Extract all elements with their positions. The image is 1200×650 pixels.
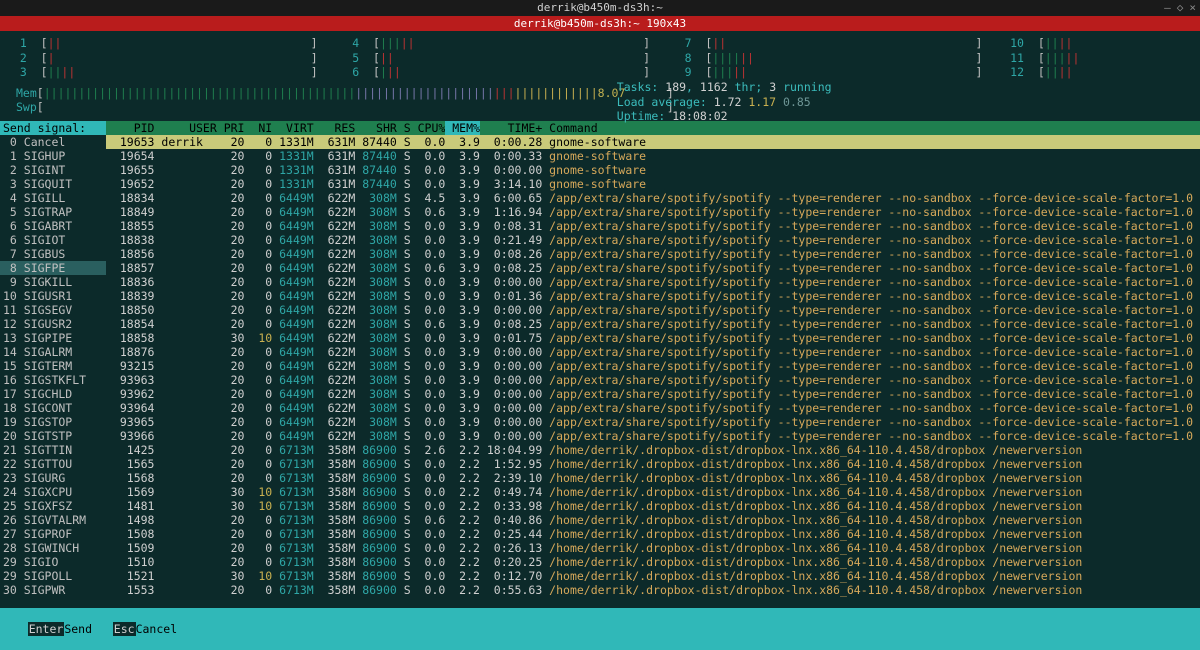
- signal-item-sigcont[interactable]: 18 SIGCONT: [0, 401, 106, 415]
- footer-bar: EnterSend EscCancel: [0, 608, 1200, 650]
- table-row[interactable]: 1510 20 0 6713M 358M 86900 S 0.0 2.2 0:2…: [106, 555, 1200, 569]
- table-row[interactable]: 18857 20 0 6449M 622M 308M S 0.6 3.9 0:0…: [106, 261, 1200, 275]
- signal-item-sigxfsz[interactable]: 25 SIGXFSZ: [0, 499, 106, 513]
- table-row[interactable]: 1481 30 10 6713M 358M 86900 S 0.0 2.2 0:…: [106, 499, 1200, 513]
- signal-item-sigtrap[interactable]: 5 SIGTRAP: [0, 205, 106, 219]
- table-row[interactable]: 18876 20 0 6449M 622M 308M S 0.0 3.9 0:0…: [106, 345, 1200, 359]
- table-row[interactable]: 18855 20 0 6449M 622M 308M S 0.0 3.9 0:0…: [106, 219, 1200, 233]
- table-row[interactable]: 1508 20 0 6713M 358M 86900 S 0.0 2.2 0:2…: [106, 527, 1200, 541]
- table-row[interactable]: 19655 20 0 1331M 631M 87440 S 0.0 3.9 0:…: [106, 163, 1200, 177]
- table-row[interactable]: 1553 20 0 6713M 358M 86900 S 0.0 2.2 0:5…: [106, 583, 1200, 597]
- table-row[interactable]: 93962 20 0 6449M 622M 308M S 0.0 3.9 0:0…: [106, 387, 1200, 401]
- signal-item-sigalrm[interactable]: 14 SIGALRM: [0, 345, 106, 359]
- signal-item-sighup[interactable]: 1 SIGHUP: [0, 149, 106, 163]
- signal-item-sigpwr[interactable]: 30 SIGPWR: [0, 583, 106, 597]
- table-row[interactable]: 1498 20 0 6713M 358M 86900 S 0.6 2.2 0:4…: [106, 513, 1200, 527]
- table-row[interactable]: 18850 20 0 6449M 622M 308M S 0.0 3.9 0:0…: [106, 303, 1200, 317]
- signal-item-sigpoll[interactable]: 29 SIGPOLL: [0, 569, 106, 583]
- signal-item-sigusr1[interactable]: 10 SIGUSR1: [0, 289, 106, 303]
- cancel-label: Cancel: [136, 622, 178, 636]
- table-row[interactable]: 93965 20 0 6449M 622M 308M S 0.0 3.9 0:0…: [106, 415, 1200, 429]
- signal-item-sigttin[interactable]: 21 SIGTTIN: [0, 443, 106, 457]
- signal-item-sigusr2[interactable]: 12 SIGUSR2: [0, 317, 106, 331]
- signal-item-sigwinch[interactable]: 28 SIGWINCH: [0, 541, 106, 555]
- table-row[interactable]: 1565 20 0 6713M 358M 86900 S 0.0 2.2 1:5…: [106, 457, 1200, 471]
- window-title: derrik@b450m-ds3h:~: [537, 1, 663, 14]
- table-row[interactable]: 93964 20 0 6449M 622M 308M S 0.0 3.9 0:0…: [106, 401, 1200, 415]
- signal-item-sigtstp[interactable]: 20 SIGTSTP: [0, 429, 106, 443]
- signal-item-sigvtalrm[interactable]: 26 SIGVTALRM: [0, 513, 106, 527]
- table-row[interactable]: 93966 20 0 6449M 622M 308M S 0.0 3.9 0:0…: [106, 429, 1200, 443]
- close-icon[interactable]: ×: [1189, 0, 1196, 16]
- signal-item-sigterm[interactable]: 15 SIGTERM: [0, 359, 106, 373]
- send-label: Send: [64, 622, 112, 636]
- table-row[interactable]: 18834 20 0 6449M 622M 308M S 4.5 3.9 6:0…: [106, 191, 1200, 205]
- signal-item-sigchld[interactable]: 17 SIGCHLD: [0, 387, 106, 401]
- window-titlebar: derrik@b450m-ds3h:~ — ◇ ×: [0, 0, 1200, 16]
- table-row[interactable]: 1568 20 0 6713M 358M 86900 S 0.0 2.2 2:3…: [106, 471, 1200, 485]
- signal-item-sigpipe[interactable]: 13 SIGPIPE: [0, 331, 106, 345]
- signal-item-sigbus[interactable]: 7 SIGBUS: [0, 247, 106, 261]
- signal-item-sigkill[interactable]: 9 SIGKILL: [0, 275, 106, 289]
- table-row[interactable]: 18856 20 0 6449M 622M 308M S 0.0 3.9 0:0…: [106, 247, 1200, 261]
- table-row[interactable]: 93215 20 0 6449M 622M 308M S 0.0 3.9 0:0…: [106, 359, 1200, 373]
- signal-item-sigstkflt[interactable]: 16 SIGSTKFLT: [0, 373, 106, 387]
- minimize-icon[interactable]: —: [1164, 0, 1171, 16]
- table-row[interactable]: 19653 derrik 20 0 1331M 631M 87440 S 0.0…: [106, 135, 1200, 149]
- table-row[interactable]: 18854 20 0 6449M 622M 308M S 0.6 3.9 0:0…: [106, 317, 1200, 331]
- signal-item-cancel[interactable]: 0 Cancel: [0, 135, 106, 149]
- signal-panel-header: Send signal:: [0, 121, 106, 135]
- table-row[interactable]: 1425 20 0 6713M 358M 86900 S 2.6 2.2 18:…: [106, 443, 1200, 457]
- table-row[interactable]: 19652 20 0 1331M 631M 87440 S 0.0 3.9 3:…: [106, 177, 1200, 191]
- signal-item-sigstop[interactable]: 19 SIGSTOP: [0, 415, 106, 429]
- table-row[interactable]: 1569 30 10 6713M 358M 86900 S 0.0 2.2 0:…: [106, 485, 1200, 499]
- signal-item-sigill[interactable]: 4 SIGILL: [0, 191, 106, 205]
- table-row[interactable]: 18838 20 0 6449M 622M 308M S 0.0 3.9 0:2…: [106, 233, 1200, 247]
- table-row[interactable]: 93963 20 0 6449M 622M 308M S 0.0 3.9 0:0…: [106, 373, 1200, 387]
- cpu-meters: 1 [|| ] 4 [||||| ] 7 [|| ] 10 [|||| ] 2 …: [6, 36, 1194, 80]
- signal-item-sigprof[interactable]: 27 SIGPROF: [0, 527, 106, 541]
- signal-item-sigfpe[interactable]: 8 SIGFPE: [0, 261, 106, 275]
- table-row[interactable]: 18849 20 0 6449M 622M 308M S 0.6 3.9 1:1…: [106, 205, 1200, 219]
- signal-item-sigint[interactable]: 2 SIGINT: [0, 163, 106, 177]
- signal-item-sigabrt[interactable]: 6 SIGABRT: [0, 219, 106, 233]
- table-row[interactable]: 18839 20 0 6449M 622M 308M S 0.0 3.9 0:0…: [106, 289, 1200, 303]
- signal-item-sigsegv[interactable]: 11 SIGSEGV: [0, 303, 106, 317]
- table-row[interactable]: 18836 20 0 6449M 622M 308M S 0.0 3.9 0:0…: [106, 275, 1200, 289]
- table-row[interactable]: 19654 20 0 1331M 631M 87440 S 0.0 3.9 0:…: [106, 149, 1200, 163]
- signal-item-sigttou[interactable]: 22 SIGTTOU: [0, 457, 106, 471]
- enter-key[interactable]: Enter: [28, 622, 65, 636]
- signal-item-sigio[interactable]: 29 SIGIO: [0, 555, 106, 569]
- maximize-icon[interactable]: ◇: [1177, 0, 1184, 16]
- signal-item-sigurg[interactable]: 23 SIGURG: [0, 471, 106, 485]
- table-row[interactable]: 1521 30 10 6713M 358M 86900 S 0.0 2.2 0:…: [106, 569, 1200, 583]
- process-table: PID USER PRI NI VIRT RES SHR S CPU% MEM%…: [106, 121, 1200, 597]
- esc-key[interactable]: Esc: [113, 622, 136, 636]
- signal-item-sigxcpu[interactable]: 24 SIGXCPU: [0, 485, 106, 499]
- table-row[interactable]: 1509 20 0 6713M 358M 86900 S 0.0 2.2 0:2…: [106, 541, 1200, 555]
- table-row[interactable]: 18858 30 10 6449M 622M 308M S 0.0 3.9 0:…: [106, 331, 1200, 345]
- signal-item-sigiot[interactable]: 6 SIGIOT: [0, 233, 106, 247]
- signal-panel: Send signal: 0 Cancel 1 SIGHUP 2 SIGINT …: [0, 121, 106, 597]
- signal-item-sigquit[interactable]: 3 SIGQUIT: [0, 177, 106, 191]
- terminal-tab[interactable]: derrik@b450m-ds3h:~ 190x43: [0, 16, 1200, 31]
